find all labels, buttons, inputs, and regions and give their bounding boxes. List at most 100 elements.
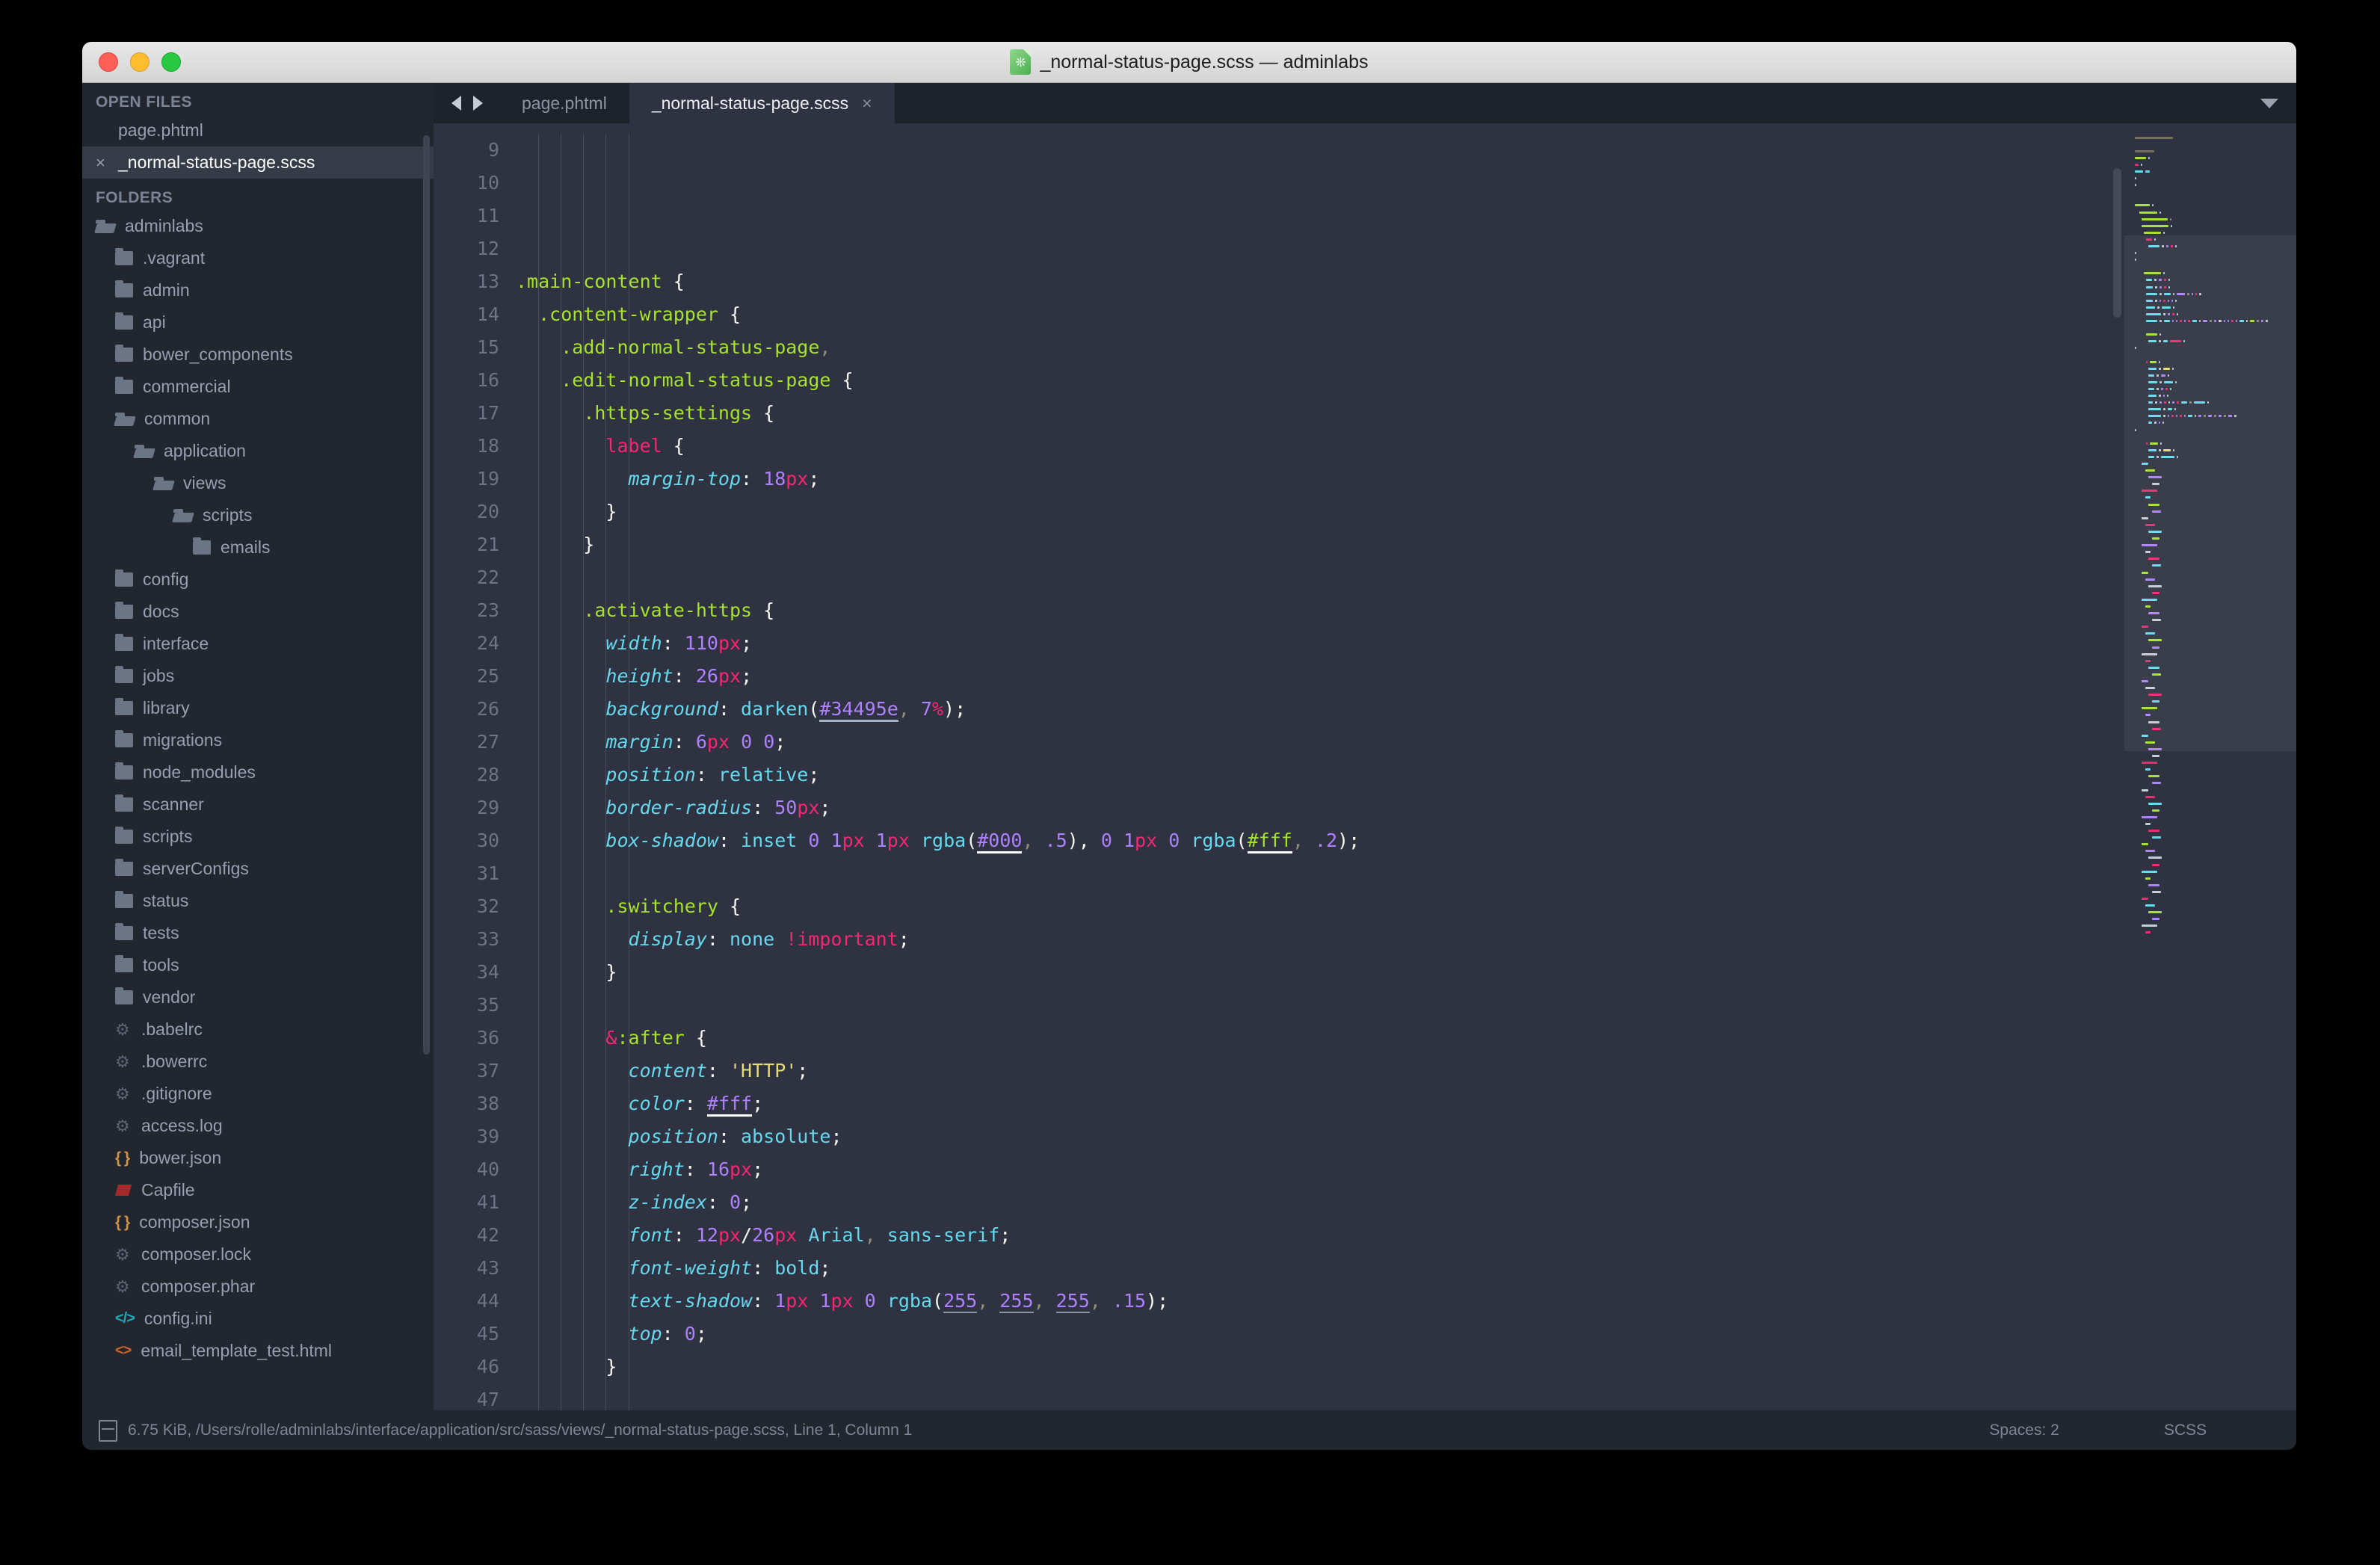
code-token: absolute — [741, 1126, 830, 1147]
tree-folder-item[interactable]: interface — [82, 628, 434, 660]
tree-folder-item[interactable]: vendor — [82, 981, 434, 1013]
minimap-line — [2135, 930, 2289, 935]
folder-open-icon — [96, 220, 115, 233]
tree-folder-item[interactable]: api — [82, 306, 434, 339]
line-number: 18 — [434, 430, 516, 463]
tree-folder-item[interactable]: status — [82, 885, 434, 917]
tree-file-item[interactable]: ⚙.babelrc — [82, 1013, 434, 1046]
code-token: : — [707, 1060, 730, 1081]
tree-folder-item[interactable]: docs — [82, 596, 434, 628]
code-token: 1 — [819, 1290, 830, 1312]
tree-file-item[interactable]: Capfile — [82, 1174, 434, 1206]
open-file-item[interactable]: page.phtml — [82, 114, 434, 146]
tree-file-item[interactable]: ⚙composer.lock — [82, 1238, 434, 1271]
tree-folder-item[interactable]: migrations — [82, 724, 434, 756]
open-file-label: _normal-status-page.scss — [118, 152, 315, 173]
tree-folder-item[interactable]: .vagrant — [82, 242, 434, 274]
minimap-viewport[interactable] — [2124, 235, 2296, 751]
tree-folder-item[interactable]: node_modules — [82, 756, 434, 788]
code-token — [1112, 830, 1123, 851]
code-token: ; — [741, 665, 752, 687]
code-token — [797, 1224, 808, 1246]
code-token: !important — [786, 928, 898, 950]
editor-scrollbar[interactable] — [2113, 168, 2121, 318]
back-arrow-icon[interactable] — [451, 96, 461, 111]
code-line: margin-top: 18px; — [516, 463, 2124, 496]
tree-file-item[interactable]: { }bower.json — [82, 1142, 434, 1174]
code-token: px — [786, 468, 808, 490]
dropdown-chevron-icon[interactable] — [2260, 99, 2278, 108]
close-file-icon[interactable]: × — [96, 153, 118, 173]
tree-folder-item[interactable]: serverConfigs — [82, 853, 434, 885]
code-token — [516, 1191, 629, 1213]
sidebar-scrollbar[interactable] — [423, 135, 430, 1055]
tree-folder-item[interactable]: scripts — [82, 821, 434, 853]
minimize-window-button[interactable] — [130, 52, 149, 72]
code-token: ; — [752, 1093, 763, 1114]
code-token: right — [629, 1158, 685, 1180]
tree-folder-item[interactable]: library — [82, 692, 434, 724]
editor-tab[interactable]: page.phtml — [499, 83, 629, 123]
status-indentation[interactable]: Spaces: 2 — [1989, 1422, 2059, 1439]
line-number: 31 — [434, 857, 516, 890]
code-token: 26 — [752, 1224, 774, 1246]
close-window-button[interactable] — [99, 52, 118, 72]
status-file-info: 6.75 KiB, /Users/rolle/adminlabs/interfa… — [128, 1422, 912, 1439]
tree-folder-item[interactable]: commercial — [82, 371, 434, 403]
tree-folder-item[interactable]: tools — [82, 949, 434, 981]
line-number-gutter: 9101112131415161718192021222324252627282… — [434, 123, 516, 1410]
tree-folder-item[interactable]: common — [82, 403, 434, 435]
tree-item-label: .gitignore — [141, 1084, 212, 1104]
tree-folder-item[interactable]: emails — [82, 531, 434, 564]
tree-file-item[interactable]: ⚙composer.phar — [82, 1271, 434, 1303]
tab-bar: page.phtml_normal-status-page.scss× — [434, 83, 2296, 123]
tree-file-item[interactable]: { }composer.json — [82, 1206, 434, 1238]
folder-tree: adminlabs.vagrantadminapibower_component… — [82, 210, 434, 1367]
forward-arrow-icon[interactable] — [473, 96, 483, 111]
code-token: { — [662, 271, 685, 292]
tree-item-label: library — [143, 698, 190, 718]
minimap-line — [2135, 754, 2289, 759]
tree-folder-item[interactable]: config — [82, 564, 434, 596]
code-token: ; — [741, 1191, 752, 1213]
tree-file-item[interactable]: </>config.ini — [82, 1303, 434, 1335]
line-number: 16 — [434, 364, 516, 397]
tree-folder-item[interactable]: scanner — [82, 788, 434, 821]
minimap[interactable] — [2124, 123, 2296, 1410]
sidebar-toggle-icon[interactable] — [99, 1420, 117, 1442]
tree-file-item[interactable]: ⚙.gitignore — [82, 1078, 434, 1110]
folder-closed-icon — [115, 958, 133, 972]
tree-file-item[interactable]: <>email_template_test.html — [82, 1335, 434, 1367]
code-line: .edit-normal-status-page { — [516, 364, 2124, 397]
status-syntax[interactable]: SCSS — [2164, 1422, 2207, 1439]
tab-overflow-menu[interactable] — [2260, 83, 2296, 123]
tree-folder-item[interactable]: adminlabs — [82, 210, 434, 242]
open-file-item[interactable]: ×_normal-status-page.scss — [82, 146, 434, 179]
code-token — [516, 632, 605, 654]
tree-folder-item[interactable]: views — [82, 467, 434, 499]
tree-item-label: Capfile — [141, 1180, 195, 1200]
editor-tab[interactable]: _normal-status-page.scss× — [629, 83, 895, 123]
minimap-line — [2135, 869, 2289, 874]
code-area[interactable]: 9101112131415161718192021222324252627282… — [434, 123, 2124, 1410]
minimap-line — [2135, 183, 2289, 188]
tree-folder-item[interactable]: bower_components — [82, 339, 434, 371]
code-content[interactable]: .main-content { .content-wrapper { .add-… — [516, 123, 2124, 1410]
ruby-icon — [115, 1185, 132, 1196]
maximize-window-button[interactable] — [161, 52, 181, 72]
tree-file-item[interactable]: ⚙.bowerrc — [82, 1046, 434, 1078]
close-tab-icon[interactable]: × — [862, 95, 872, 112]
code-token: , — [1022, 830, 1044, 851]
tree-file-item[interactable]: ⚙access.log — [82, 1110, 434, 1142]
tree-folder-item[interactable]: application — [82, 435, 434, 467]
minimap-line — [2135, 917, 2289, 922]
tree-folder-item[interactable]: tests — [82, 917, 434, 949]
folder-closed-icon — [115, 830, 133, 844]
tree-folder-item[interactable]: admin — [82, 274, 434, 306]
code-token: : — [752, 1257, 774, 1279]
code-line: position: absolute; — [516, 1120, 2124, 1153]
line-number: 46 — [434, 1351, 516, 1383]
tree-folder-item[interactable]: scripts — [82, 499, 434, 531]
minimap-line — [2135, 815, 2289, 819]
tree-folder-item[interactable]: jobs — [82, 660, 434, 692]
